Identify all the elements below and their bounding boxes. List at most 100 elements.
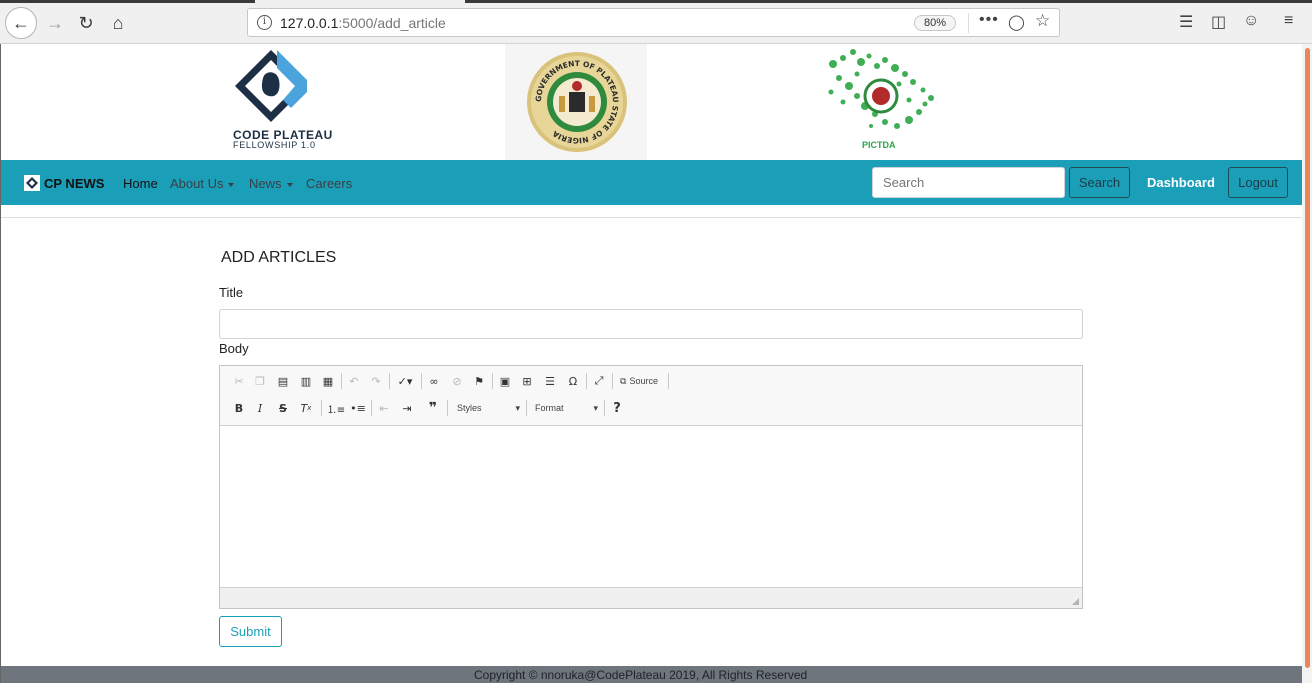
pictda-label: PICTDA bbox=[862, 140, 896, 150]
logo-banner: CODE PLATEAU FELLOWSHIP 1.0 GOVERNMENT O… bbox=[1, 44, 1302, 160]
editor-content-area[interactable] bbox=[220, 426, 1082, 587]
url-path: :5000/add_article bbox=[338, 15, 446, 31]
url-text[interactable]: 127.0.0.1:5000/add_article bbox=[280, 15, 446, 31]
dropdown-arrow-icon: ▾ bbox=[515, 402, 520, 413]
brand-label: CP NEWS bbox=[44, 175, 105, 191]
blockquote-icon[interactable]: ❞ bbox=[424, 399, 442, 417]
resize-handle-icon[interactable] bbox=[1072, 598, 1079, 605]
numbered-list-icon[interactable]: ⒈≡ bbox=[327, 399, 345, 417]
url-bar[interactable]: i 127.0.0.1:5000/add_article 80% ••• ◯ ☆ bbox=[247, 8, 1060, 37]
rich-text-editor: ✂ ❐ ▤ ▥ ▦ ↶ ↷ ✓▾ ∞ ⊘ ⚑ ▣ ⊞ ☰ Ω ⤢ ⧉ Source bbox=[219, 365, 1083, 609]
toolbar-separator bbox=[586, 373, 587, 389]
divider bbox=[1, 217, 1302, 218]
indent-icon[interactable]: ⇥ bbox=[398, 399, 416, 417]
dashboard-link[interactable]: Dashboard bbox=[1147, 175, 1215, 190]
search-button[interactable]: Search bbox=[1069, 167, 1130, 198]
toolbar-separator bbox=[421, 373, 422, 389]
strikethrough-icon[interactable]: S bbox=[274, 399, 292, 417]
forward-icon[interactable]: → bbox=[40, 8, 70, 38]
editor-toolbar: ✂ ❐ ▤ ▥ ▦ ↶ ↷ ✓▾ ∞ ⊘ ⚑ ▣ ⊞ ☰ Ω ⤢ ⧉ Source bbox=[220, 366, 1082, 426]
table-icon[interactable]: ⊞ bbox=[518, 372, 536, 390]
code-plateau-logo: CODE PLATEAU FELLOWSHIP 1.0 bbox=[223, 44, 343, 152]
toolbar-separator bbox=[668, 373, 669, 389]
cut-icon[interactable]: ✂ bbox=[230, 372, 248, 390]
code-plateau-mark-icon bbox=[235, 50, 307, 122]
dropdown-arrow-icon: ▾ bbox=[593, 402, 598, 413]
bold-icon[interactable]: B bbox=[230, 399, 248, 417]
state-seal-icon: GOVERNMENT OF PLATEAU STATE OF NIGERIA bbox=[527, 52, 627, 152]
account-icon[interactable]: ☺ bbox=[1243, 12, 1259, 30]
outdent-icon[interactable]: ⇤ bbox=[375, 399, 393, 417]
styles-dropdown[interactable]: Styles ▾ bbox=[457, 399, 520, 417]
copy-icon[interactable]: ❐ bbox=[251, 372, 269, 390]
toolbar-separator bbox=[492, 373, 493, 389]
toolbar-separator bbox=[371, 400, 372, 416]
footer: Copyright © nnoruka@CodePlateau 2019, Al… bbox=[1, 666, 1302, 683]
nav-about-label: About Us bbox=[170, 176, 224, 191]
anchor-flag-icon[interactable]: ⚑ bbox=[470, 372, 488, 390]
pocket-icon[interactable]: ◯ bbox=[1008, 13, 1025, 31]
bookmark-star-icon[interactable]: ☆ bbox=[1035, 11, 1050, 31]
format-label: Format bbox=[535, 403, 564, 413]
back-icon[interactable]: ← bbox=[5, 7, 37, 39]
special-char-icon[interactable]: Ω bbox=[564, 372, 582, 390]
link-icon[interactable]: ∞ bbox=[425, 372, 443, 390]
pictda-map-icon bbox=[828, 49, 934, 129]
toolbar-separator bbox=[526, 400, 527, 416]
format-dropdown[interactable]: Format ▾ bbox=[535, 399, 598, 417]
toolbar-separator bbox=[447, 400, 448, 416]
tab-strip bbox=[0, 0, 1312, 3]
menu-icon[interactable]: ≡ bbox=[1284, 12, 1293, 30]
sidebar-icon[interactable]: ◫ bbox=[1211, 12, 1226, 32]
info-icon[interactable]: i bbox=[257, 15, 272, 30]
remove-format-icon[interactable]: Tx bbox=[297, 399, 315, 417]
spellcheck-icon[interactable]: ✓▾ bbox=[396, 372, 414, 390]
pictda-logo: PICTDA bbox=[813, 44, 951, 152]
nav-about-dropdown[interactable]: About Us bbox=[170, 176, 235, 191]
scrollbar-thumb[interactable] bbox=[1305, 48, 1310, 668]
page: CODE PLATEAU FELLOWSHIP 1.0 GOVERNMENT O… bbox=[0, 44, 1302, 683]
source-icon: ⧉ bbox=[620, 375, 627, 386]
title-input[interactable] bbox=[219, 309, 1083, 339]
logout-button[interactable]: Logout bbox=[1228, 167, 1288, 198]
source-button[interactable]: ⧉ Source bbox=[620, 372, 658, 390]
title-label: Title bbox=[219, 285, 244, 300]
help-icon[interactable]: ? bbox=[608, 399, 626, 417]
paste-text-icon[interactable]: ▥ bbox=[297, 372, 315, 390]
caret-down-icon bbox=[286, 182, 293, 187]
redo-icon[interactable]: ↷ bbox=[367, 372, 385, 390]
url-divider bbox=[968, 13, 969, 33]
code-plateau-subtitle: FELLOWSHIP 1.0 bbox=[233, 140, 316, 150]
page-title: ADD ARTICLES bbox=[221, 249, 337, 266]
undo-icon[interactable]: ↶ bbox=[345, 372, 363, 390]
italic-icon[interactable]: I bbox=[251, 399, 269, 417]
active-tab[interactable] bbox=[255, 0, 465, 3]
toolbar-separator bbox=[341, 373, 342, 389]
body-label: Body bbox=[219, 341, 249, 356]
maximize-icon[interactable]: ⤢ bbox=[590, 372, 608, 390]
image-icon[interactable]: ▣ bbox=[496, 372, 514, 390]
navbar: CP NEWS Home About Us News Careers Searc… bbox=[1, 160, 1302, 205]
horizontal-line-icon[interactable]: ☰ bbox=[541, 372, 559, 390]
toolbar-separator bbox=[604, 400, 605, 416]
bulleted-list-icon[interactable]: •≡ bbox=[349, 399, 367, 417]
paste-icon[interactable]: ▤ bbox=[274, 372, 292, 390]
url-host: 127.0.0.1 bbox=[280, 15, 339, 31]
reload-icon[interactable]: ↻ bbox=[71, 8, 101, 38]
search-input[interactable] bbox=[872, 167, 1065, 198]
zoom-indicator[interactable]: 80% bbox=[914, 15, 956, 31]
brand-link[interactable]: CP NEWS bbox=[24, 175, 104, 191]
page-scrollbar[interactable] bbox=[1302, 44, 1312, 683]
home-icon[interactable]: ⌂ bbox=[103, 8, 133, 38]
paste-word-icon[interactable]: ▦ bbox=[319, 372, 337, 390]
nav-news-label: News bbox=[249, 176, 282, 191]
source-label: Source bbox=[629, 376, 658, 386]
nav-news-dropdown[interactable]: News bbox=[249, 176, 293, 191]
library-icon[interactable]: ☰ bbox=[1179, 12, 1193, 32]
nav-careers[interactable]: Careers bbox=[306, 176, 352, 191]
toolbar-separator bbox=[389, 373, 390, 389]
unlink-icon[interactable]: ⊘ bbox=[448, 372, 466, 390]
nav-home[interactable]: Home bbox=[123, 176, 158, 191]
submit-button[interactable]: Submit bbox=[219, 616, 282, 647]
page-actions-icon[interactable]: ••• bbox=[979, 11, 999, 29]
